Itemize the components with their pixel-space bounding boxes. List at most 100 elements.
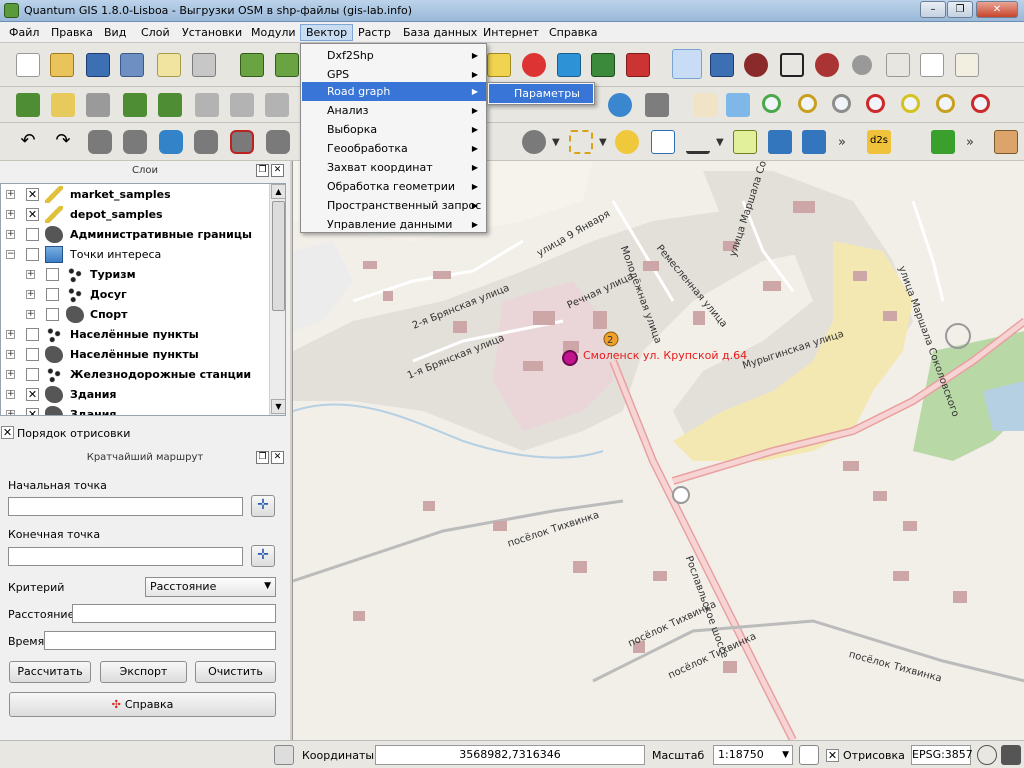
d2s-icon[interactable]: d2s (867, 130, 891, 154)
render-checkbox[interactable]: ✕ (826, 749, 839, 762)
layer-row[interactable]: + Населённые пункты (1, 345, 269, 365)
criterion-select[interactable]: Расстояние ▼ (145, 577, 276, 597)
layer-checkbox[interactable] (46, 308, 59, 321)
menu-item-dxf2shp[interactable]: Dxf2Shp ▶ (302, 46, 486, 65)
menu-help[interactable]: Справка (549, 26, 597, 39)
expand-icon[interactable]: + (6, 330, 15, 339)
layer-checkbox[interactable] (26, 348, 39, 361)
measure-dropdown-icon[interactable]: ▼ (716, 137, 724, 148)
hide-all-layers-icon[interactable] (158, 93, 182, 117)
new-shapefile-icon[interactable] (51, 93, 75, 117)
layer-row[interactable]: + Административные границы (1, 225, 269, 245)
toggle-overview-icon[interactable] (265, 93, 289, 117)
menu-vector[interactable]: Вектор (300, 24, 354, 41)
zoom-last-icon[interactable] (971, 94, 990, 113)
menu-layer[interactable]: Слой (141, 26, 170, 39)
toggle-extents-icon[interactable] (274, 745, 294, 765)
copy-features-icon[interactable] (920, 53, 944, 77)
map-canvas[interactable]: 2 улица 9 Января 2-я Брянская улица 1-я … (292, 161, 1024, 740)
remove-overview-icon[interactable] (230, 93, 254, 117)
pick-start-button[interactable]: ✛ (251, 495, 275, 517)
menu-internet[interactable]: Интернет (483, 26, 539, 39)
scale-select[interactable]: 1:18750 ▼ (713, 745, 793, 765)
delete-selected-icon[interactable] (852, 55, 872, 75)
close-button[interactable]: ✕ (976, 1, 1018, 18)
pick-end-button[interactable]: ✛ (251, 545, 275, 567)
new-print-composer-icon[interactable] (157, 53, 181, 77)
menu-database[interactable]: База данных (403, 26, 477, 39)
start-point-input[interactable] (8, 497, 243, 516)
expand-icon[interactable]: + (6, 390, 15, 399)
layers-scrollbar[interactable]: ▲ ▼ (269, 184, 285, 415)
layer-row[interactable]: + ✕ Здания (1, 385, 269, 405)
show-all-layers-icon[interactable] (123, 93, 147, 117)
deselect-icon[interactable] (615, 130, 639, 154)
layer-row[interactable]: + Досуг (1, 285, 269, 305)
distance-field[interactable] (72, 604, 276, 623)
menu-item-road-graph[interactable]: Road graph ▶ (302, 82, 486, 101)
move-feature-icon[interactable] (780, 53, 804, 77)
layer-checkbox[interactable]: ✕ (26, 188, 39, 201)
clear-button[interactable]: Очистить (195, 661, 276, 683)
menu-settings[interactable]: Установки (182, 26, 242, 39)
save-edits-icon[interactable] (710, 53, 734, 77)
menu-item-parameters[interactable]: Параметры (489, 84, 593, 103)
layer-checkbox[interactable] (26, 368, 39, 381)
layer-checkbox[interactable]: ✕ (26, 388, 39, 401)
expand-icon[interactable]: + (26, 270, 35, 279)
rotate-symbols-icon[interactable] (88, 130, 112, 154)
export-button[interactable]: Экспорт (100, 661, 187, 683)
layer-checkbox[interactable] (26, 328, 39, 341)
calculate-button[interactable]: Рассчитать (9, 661, 91, 683)
select-dropdown-icon[interactable]: ▼ (599, 137, 607, 148)
layer-row[interactable]: + Туризм (1, 265, 269, 285)
add-feature-icon[interactable] (744, 53, 768, 77)
expand-icon[interactable]: + (6, 190, 15, 199)
layer-row[interactable]: − Точки интереса (1, 245, 269, 265)
delete-ring-icon[interactable] (230, 130, 254, 154)
layer-checkbox[interactable] (46, 268, 59, 281)
layer-row[interactable]: + Населённые пункты (1, 325, 269, 345)
more-plugins-icon[interactable]: » (966, 135, 974, 150)
print-icon[interactable] (192, 53, 216, 77)
add-ring-icon[interactable] (159, 130, 183, 154)
save-as-icon[interactable] (120, 53, 144, 77)
expand-icon[interactable]: + (26, 290, 35, 299)
plugin-icon[interactable] (931, 130, 955, 154)
remove-layers-icon[interactable] (86, 93, 110, 117)
open-project-icon[interactable] (50, 53, 74, 77)
go-home-icon[interactable] (802, 130, 826, 154)
coordinates-field[interactable]: 3568982,7316346 (375, 745, 645, 765)
more-tools-icon[interactable]: » (838, 135, 846, 150)
zoom-selection-icon[interactable] (936, 94, 955, 113)
expand-icon[interactable]: + (6, 210, 15, 219)
remove-layer-icon[interactable] (522, 53, 546, 77)
new-project-icon[interactable] (16, 53, 40, 77)
georeferencer-icon[interactable] (994, 130, 1018, 154)
maximize-button[interactable]: ❐ (947, 1, 973, 18)
node-tool-icon[interactable] (815, 53, 839, 77)
scroll-thumb[interactable] (272, 201, 285, 311)
layer-checkbox[interactable]: ✕ (26, 208, 39, 221)
toggle-editing-icon[interactable] (672, 49, 702, 79)
add-wfs-icon[interactable] (626, 53, 650, 77)
close-layers-icon[interactable]: ✕ (271, 164, 284, 177)
stop-render-icon[interactable] (799, 745, 819, 765)
help-button[interactable]: ✣ Справка (9, 692, 276, 717)
select-features-icon[interactable] (569, 130, 593, 154)
time-field[interactable] (44, 631, 276, 650)
save-icon[interactable] (86, 53, 110, 77)
delete-part-icon[interactable] (266, 130, 290, 154)
zoom-actual-icon[interactable] (832, 94, 851, 113)
layer-checkbox[interactable] (26, 248, 39, 261)
undo-icon[interactable]: ↶ (16, 130, 40, 154)
menu-file[interactable]: Файл (9, 26, 39, 39)
layer-row[interactable]: + ✕ market_samples (1, 185, 269, 205)
add-raster-layer-icon[interactable] (275, 53, 299, 77)
expand-icon[interactable]: + (6, 410, 15, 415)
menu-item-selection[interactable]: Выборка ▶ (302, 120, 486, 139)
measure-icon[interactable] (686, 130, 710, 154)
attribute-table-icon[interactable] (651, 130, 675, 154)
scroll-up-icon[interactable]: ▲ (271, 184, 285, 199)
zoom-layer-icon[interactable] (901, 94, 920, 113)
